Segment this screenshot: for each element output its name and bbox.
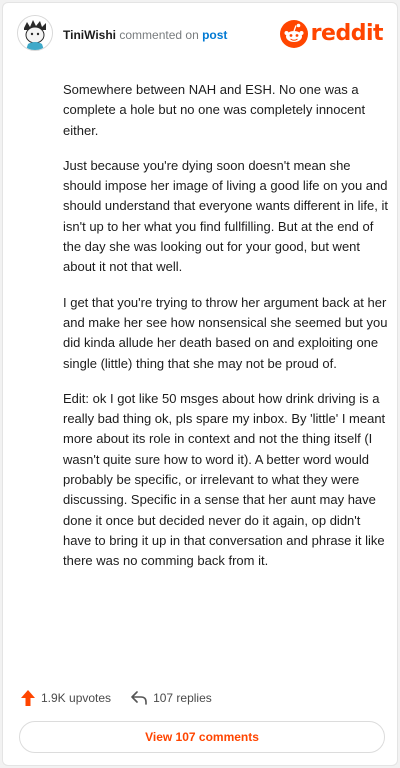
- reddit-snoo-icon: [279, 20, 308, 48]
- username[interactable]: TiniWishi: [63, 28, 116, 42]
- reply-button[interactable]: 107 replies: [131, 691, 212, 705]
- upvote-arrow-icon: [21, 690, 35, 706]
- comment-meta: TiniWishi commented on post: [63, 28, 227, 42]
- comment-card: TiniWishi commented on post reddit Somew…: [2, 2, 398, 766]
- comment-paragraph: I get that you're trying to throw her ar…: [63, 294, 388, 371]
- reply-arrow-icon: [131, 691, 147, 705]
- view-comments-button[interactable]: View 107 comments: [19, 721, 385, 753]
- reply-count: 107 replies: [153, 691, 212, 705]
- post-link[interactable]: post: [202, 28, 227, 42]
- reddit-logo[interactable]: reddit: [279, 19, 384, 49]
- reddit-wordmark: reddit: [310, 21, 384, 46]
- upvote-button[interactable]: 1.9K upvotes: [21, 690, 111, 706]
- comment-paragraph: Somewhere between NAH and ESH. No one wa…: [63, 82, 366, 138]
- meta-verb: commented on: [119, 28, 199, 42]
- comment-actions: 1.9K upvotes 107 replies: [21, 687, 232, 709]
- comment-header: TiniWishi commented on post reddit: [3, 3, 397, 67]
- upvote-count: 1.9K upvotes: [41, 691, 112, 705]
- comment-paragraph: Edit: ok I got like 50 msges about how d…: [63, 390, 386, 569]
- comment-body: Somewhere between NAH and ESH. No one wa…: [63, 80, 391, 587]
- comment-paragraph: Just because you're dying soon doesn't m…: [63, 157, 388, 275]
- avatar[interactable]: [17, 15, 53, 51]
